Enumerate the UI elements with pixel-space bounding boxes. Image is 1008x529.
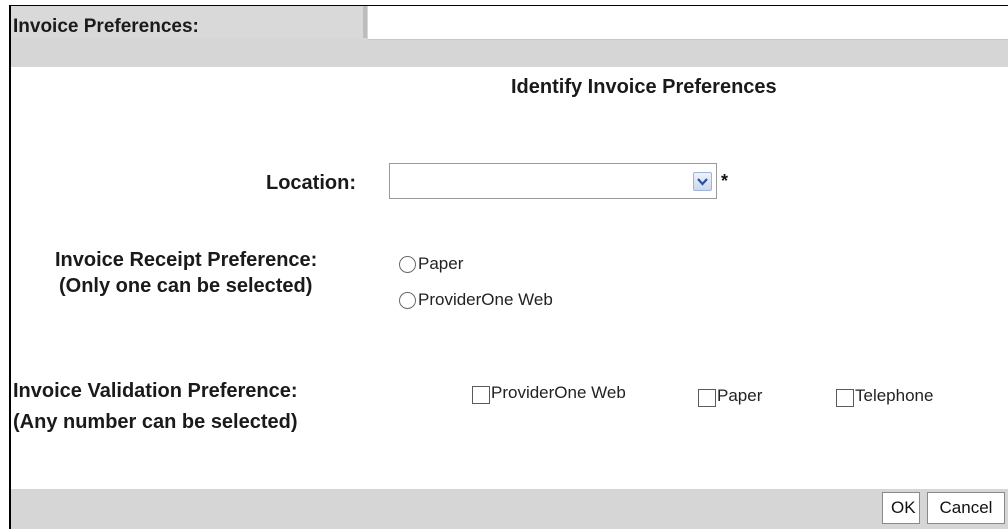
checkbox[interactable] [472,386,490,404]
checkbox[interactable] [836,389,854,407]
chevron-down-icon[interactable] [693,172,712,191]
dialog-title: Invoice Preferences: [13,16,199,37]
invoice-preferences-dialog: Invoice Preferences: Identify Invoice Pr… [9,5,1008,529]
checkbox-label: Paper [717,386,763,405]
ok-button[interactable]: OK [882,492,920,524]
radio-label: ProviderOne Web [418,290,553,309]
title-bar: Invoice Preferences: [11,6,1008,67]
title-bar-blank [368,6,1008,40]
receipt-option-providerone-web[interactable]: ProviderOne Web [399,290,553,310]
required-marker: * [721,171,729,191]
cancel-button[interactable]: Cancel [927,492,1005,524]
checkbox[interactable] [698,389,716,407]
validation-option-providerone-web[interactable]: ProviderOne Web [472,383,626,404]
location-dropdown[interactable] [389,163,717,199]
checkbox-label: Telephone [855,386,934,405]
button-bar [11,489,1008,529]
radio-button[interactable] [399,291,416,309]
title-cell: Invoice Preferences: [11,6,367,38]
validation-label: Invoice Validation Preference: [13,380,298,402]
form-heading: Identify Invoice Preferences [511,76,777,98]
radio-label: Paper [418,254,464,273]
receipt-sublabel: (Only one can be selected) [59,275,313,297]
location-label: Location: [266,172,356,194]
radio-button[interactable] [399,255,416,273]
validation-option-paper[interactable]: Paper [698,386,762,407]
validation-sublabel: (Any number can be selected) [13,411,298,433]
receipt-label: Invoice Receipt Preference: [55,249,318,271]
checkbox-label: ProviderOne Web [491,383,626,402]
validation-option-telephone[interactable]: Telephone [836,386,933,407]
receipt-option-paper[interactable]: Paper [399,254,463,274]
